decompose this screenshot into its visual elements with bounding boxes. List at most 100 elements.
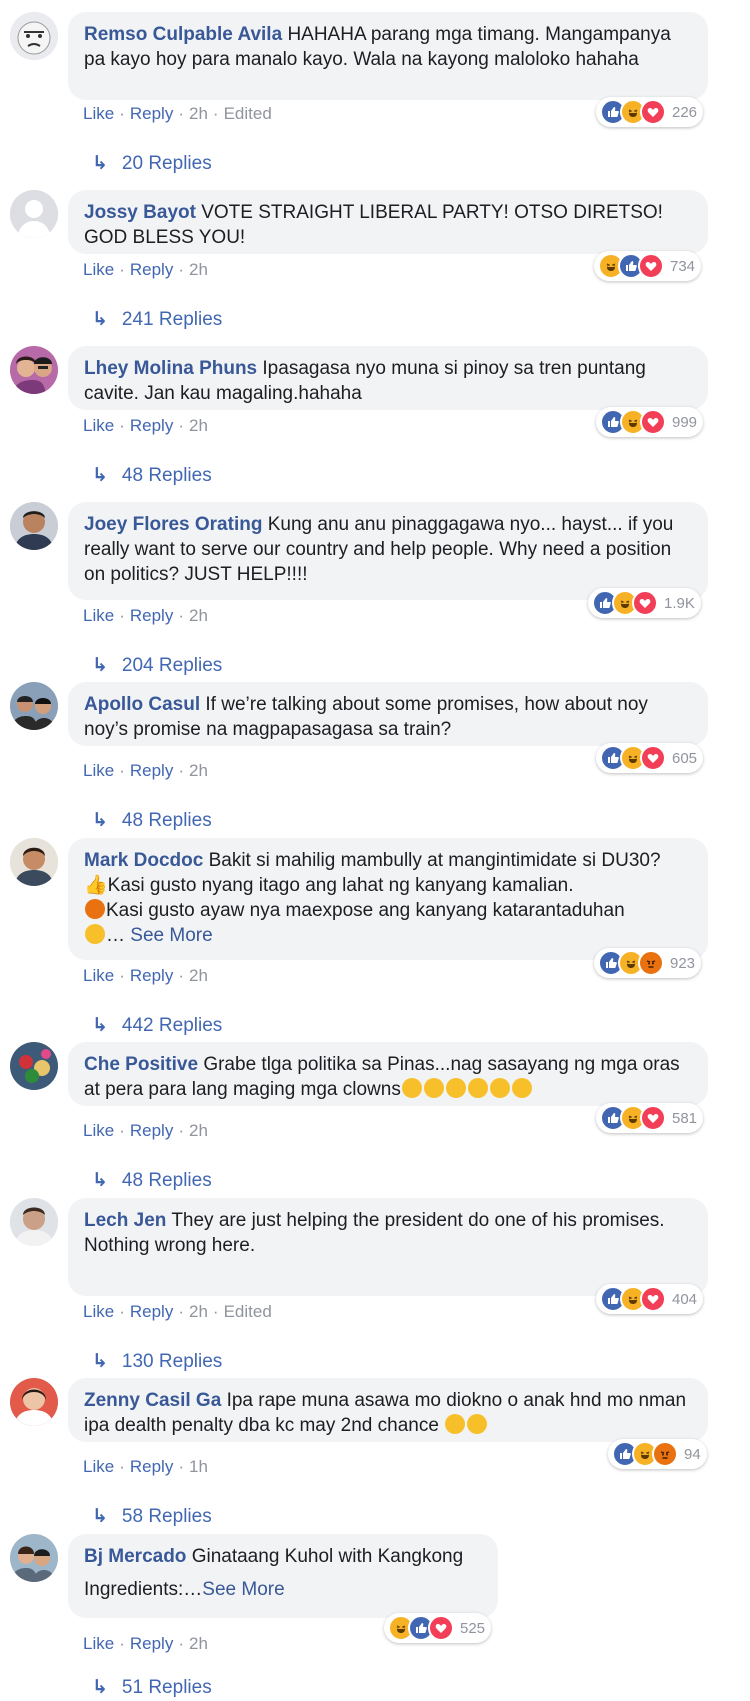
comment-author[interactable]: Jossy Bayot <box>84 202 196 223</box>
timestamp[interactable]: 2h <box>189 260 208 279</box>
comment-text-line: Kasi gusto ayaw nya maexpose ang kanyang… <box>106 900 625 921</box>
reaction-summary[interactable]: 605 <box>596 743 704 773</box>
like-link[interactable]: Like <box>83 416 114 435</box>
like-link[interactable]: Like <box>83 606 114 625</box>
comment-author[interactable]: Joey Flores Orating <box>84 514 262 535</box>
comment-author[interactable]: Lech Jen <box>84 1210 166 1231</box>
avatar[interactable] <box>10 838 58 886</box>
reply-link[interactable]: Reply <box>130 416 173 435</box>
like-link[interactable]: Like <box>83 260 114 279</box>
timestamp[interactable]: 2h <box>189 966 208 985</box>
view-replies-link[interactable]: ↳ 130 Replies <box>92 1350 222 1373</box>
like-link[interactable]: Like <box>83 104 114 123</box>
timestamp[interactable]: 1h <box>189 1457 208 1476</box>
reaction-summary[interactable]: 999 <box>596 407 704 437</box>
reply-arrow-icon: ↳ <box>92 1506 108 1527</box>
reaction-summary[interactable]: 734 <box>594 251 702 281</box>
reaction-count: 1.9K <box>664 594 695 612</box>
reply-link[interactable]: Reply <box>130 260 173 279</box>
timestamp[interactable]: 2h <box>189 1302 208 1321</box>
see-more-link[interactable]: See More <box>202 1579 284 1600</box>
view-replies-link[interactable]: ↳ 204 Replies <box>92 654 222 677</box>
view-replies-link[interactable]: ↳ 48 Replies <box>92 1169 212 1192</box>
view-replies-link[interactable]: ↳ 442 Replies <box>92 1014 222 1037</box>
reaction-summary[interactable]: 226 <box>596 97 704 127</box>
view-replies-link[interactable]: ↳ 48 Replies <box>92 809 212 832</box>
view-replies-link[interactable]: ↳ 58 Replies <box>92 1505 212 1528</box>
like-link[interactable]: Like <box>83 966 114 985</box>
reply-arrow-icon: ↳ <box>92 1351 108 1372</box>
avatar[interactable] <box>10 502 58 550</box>
comment-author[interactable]: Che Positive <box>84 1054 198 1075</box>
reply-arrow-icon: ↳ <box>92 1170 108 1191</box>
avatar[interactable] <box>10 1534 58 1582</box>
reply-link[interactable]: Reply <box>130 1457 173 1476</box>
like-link[interactable]: Like <box>83 1634 114 1653</box>
avatar[interactable] <box>10 1378 58 1426</box>
reply-link[interactable]: Reply <box>130 104 173 123</box>
love-reaction-icon <box>428 1615 454 1641</box>
reaction-count: 999 <box>672 413 698 431</box>
comment-text: They are just helping the president do o… <box>171 1210 665 1231</box>
reply-link[interactable]: Reply <box>130 606 173 625</box>
reply-link[interactable]: Reply <box>130 966 173 985</box>
avatar[interactable] <box>10 1042 58 1090</box>
comment-actions: Like · Reply · 2h <box>83 966 208 985</box>
reply-arrow-icon: ↳ <box>92 1677 108 1698</box>
comment-text-line: Kasi gusto nyang itago ang lahat ng kany… <box>107 875 574 896</box>
comment-actions: Like · Reply · 2h <box>83 260 208 279</box>
reply-link[interactable]: Reply <box>130 761 173 780</box>
view-replies-link[interactable]: ↳ 20 Replies <box>92 152 212 175</box>
comment-author[interactable]: Bj Mercado <box>84 1546 186 1567</box>
comment-author[interactable]: Apollo Casul <box>84 694 200 715</box>
timestamp[interactable]: 2h <box>189 761 208 780</box>
timestamp[interactable]: 2h <box>189 1121 208 1140</box>
reaction-summary[interactable]: 525 <box>384 1613 492 1643</box>
reaction-summary[interactable]: 404 <box>596 1284 704 1314</box>
avatar[interactable] <box>10 346 58 394</box>
view-replies-link[interactable]: ↳ 51 Replies <box>92 1676 212 1699</box>
love-reaction-icon <box>632 590 658 616</box>
love-reaction-icon <box>640 745 666 771</box>
avatar[interactable] <box>10 12 58 60</box>
reply-arrow-icon: ↳ <box>92 309 108 330</box>
comment-author[interactable]: Remso Culpable Avila <box>84 24 282 45</box>
reply-link[interactable]: Reply <box>130 1302 173 1321</box>
edited-label[interactable]: Edited <box>224 1302 272 1321</box>
reply-link[interactable]: Reply <box>130 1634 173 1653</box>
see-more-link[interactable]: See More <box>130 925 212 946</box>
comment-author[interactable]: Mark Docdoc <box>84 850 203 871</box>
timestamp[interactable]: 2h <box>189 1634 208 1653</box>
timestamp[interactable]: 2h <box>189 104 208 123</box>
like-link[interactable]: Like <box>83 1457 114 1476</box>
reaction-count: 404 <box>672 1290 698 1308</box>
avatar[interactable] <box>10 1198 58 1246</box>
grinning-emoji-icon <box>467 1414 488 1434</box>
avatar[interactable] <box>10 190 58 238</box>
like-link[interactable]: Like <box>83 1121 114 1140</box>
rofl-emoji-icon <box>445 1078 466 1098</box>
like-link[interactable]: Like <box>83 761 114 780</box>
view-replies-link[interactable]: ↳ 48 Replies <box>92 464 212 487</box>
avatar[interactable] <box>10 682 58 730</box>
comment-author[interactable]: Zenny Casil Ga <box>84 1390 221 1411</box>
timestamp[interactable]: 2h <box>189 416 208 435</box>
reaction-summary[interactable]: 94 <box>608 1439 707 1469</box>
reaction-count: 581 <box>672 1109 698 1127</box>
like-link[interactable]: Like <box>83 1302 114 1321</box>
tears-of-joy-emoji-icon <box>445 1414 466 1434</box>
reply-link[interactable]: Reply <box>130 1121 173 1140</box>
comment-bubble: Remso Culpable Avila HAHAHA parang mga t… <box>68 12 708 100</box>
reaction-summary[interactable]: 581 <box>596 1103 704 1133</box>
comment-text-line: Nothing wrong here. <box>84 1235 256 1256</box>
edited-label[interactable]: Edited <box>224 104 272 123</box>
timestamp[interactable]: 2h <box>189 606 208 625</box>
comment-author[interactable]: Lhey Molina Phuns <box>84 358 257 379</box>
angry-emoji-icon <box>85 899 105 919</box>
comment-bubble: Che Positive Grabe tlga politika sa Pina… <box>68 1042 708 1106</box>
reaction-summary[interactable]: 923 <box>594 948 702 978</box>
comment-actions: Like · Reply · 2h <box>83 606 208 625</box>
thumbs-up-emoji-icon: 👍 <box>84 875 108 896</box>
reaction-summary[interactable]: 1.9K <box>588 588 701 618</box>
view-replies-link[interactable]: ↳ 241 Replies <box>92 308 222 331</box>
